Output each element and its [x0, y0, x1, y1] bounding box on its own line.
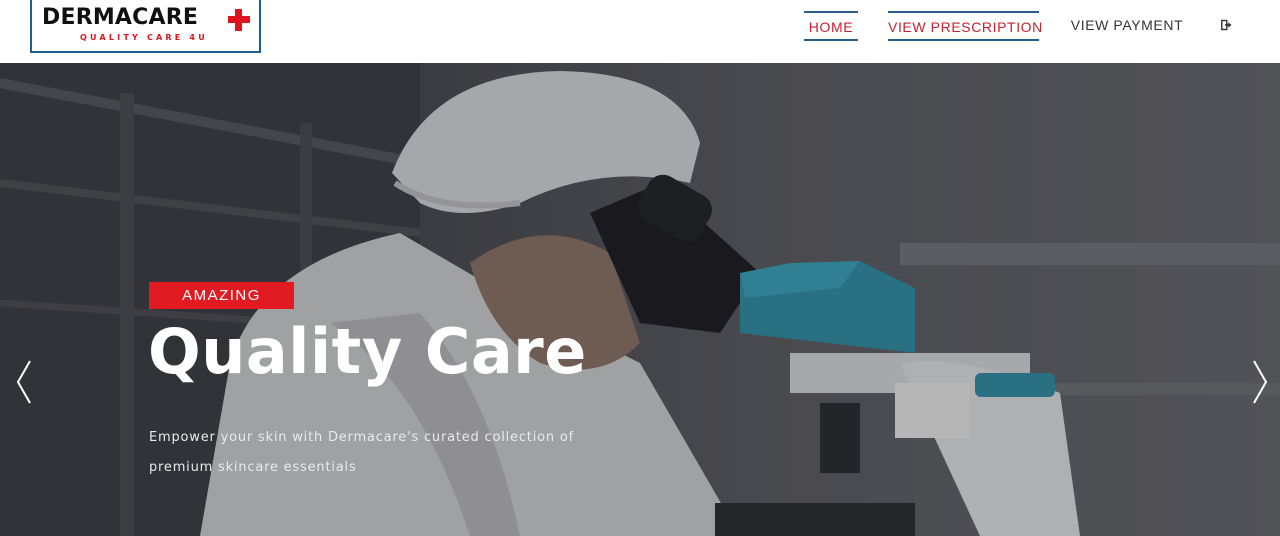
nav-view-prescription[interactable]: VIEW PRESCRIPTION — [888, 11, 1042, 41]
site-header: DERMACARE QUALITY CARE 4U HOME VIEW PRES… — [0, 0, 1280, 63]
brand-tagline: QUALITY CARE 4U — [80, 33, 208, 42]
nav-view-payment[interactable]: VIEW PAYMENT — [1070, 11, 1184, 41]
hero-description: Empower your skin with Dermacare's curat… — [149, 430, 574, 475]
brand-name: DERMACARE — [42, 5, 199, 30]
hero-title: Quality Care — [148, 315, 587, 388]
hero-badge: AMAZING — [149, 282, 294, 309]
nav-home[interactable]: HOME — [804, 11, 858, 41]
hero-carousel: AMAZING Quality Care Empower your skin w… — [0, 63, 1280, 536]
sign-out-icon[interactable] — [1218, 11, 1236, 41]
chevron-left-icon[interactable] — [14, 357, 34, 407]
medical-cross-icon — [228, 9, 250, 31]
brand-logo[interactable]: DERMACARE QUALITY CARE 4U — [30, 0, 261, 53]
chevron-right-icon[interactable] — [1250, 357, 1270, 407]
